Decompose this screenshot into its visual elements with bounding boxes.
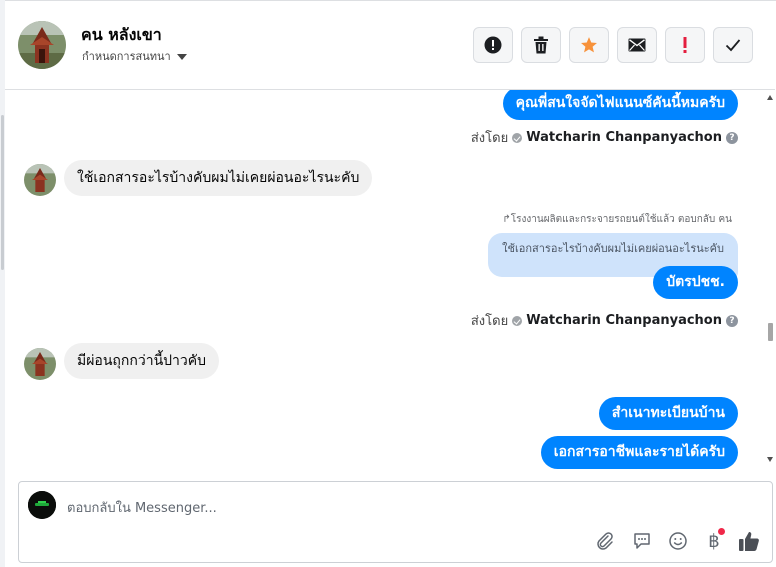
contact-name[interactable]: คน หลังเขา [81, 23, 162, 48]
reply-input[interactable]: ตอบกลับใน Messenger... [67, 497, 217, 518]
payment-button[interactable]: ฿ [702, 528, 726, 553]
emoji-button[interactable] [666, 529, 690, 553]
thumbs-up-icon [739, 532, 759, 551]
checkmark-icon [725, 39, 741, 52]
reply-context-note: ↱โรงงานผลิตและกระจายรถยนต์ใช้แล้ว ตอบกลั… [502, 214, 732, 225]
sent-by-label: ส่งโดย [470, 314, 509, 329]
contact-avatar-small[interactable] [24, 348, 56, 380]
scroll-up-icon[interactable] [767, 95, 773, 100]
star-icon [581, 37, 597, 53]
attach-button[interactable] [593, 529, 617, 553]
conversation-header: คน หลังเขา กำหนดการสนทนา [5, 1, 775, 90]
conversation-options-dropdown[interactable]: กำหนดการสนทนา [82, 47, 187, 65]
speech-bubble-icon [634, 533, 650, 549]
envelope-icon [628, 38, 646, 52]
mark-done-button[interactable] [713, 27, 753, 63]
exclamation-icon [683, 37, 687, 53]
scrollbar-thumb[interactable] [768, 323, 773, 341]
emoji-icon [669, 532, 687, 550]
help-icon[interactable]: ? [726, 131, 738, 144]
spam-button[interactable] [665, 27, 705, 63]
star-button[interactable] [569, 27, 609, 63]
mark-unread-button[interactable] [617, 27, 657, 63]
message-outgoing[interactable]: คุณพี่สนใจจัดไฟแนนซ์คันนี้หมครับ [502, 90, 738, 120]
trash-icon [534, 36, 548, 54]
sender-name[interactable]: Watcharin Chanpanyachon [526, 313, 722, 328]
verified-icon [512, 315, 523, 326]
message-thread[interactable]: คุณพี่สนใจจัดไฟแนนซ์คันนี้หมครับ ส่งโดย … [5, 90, 765, 470]
sent-by-line: ส่งโดย Watcharin Chanpanyachon ? [471, 127, 738, 148]
sent-by-label: ส่งโดย [470, 131, 509, 146]
saved-replies-button[interactable] [630, 529, 654, 553]
sent-by-line: ส่งโดย Watcharin Chanpanyachon ? [471, 310, 738, 331]
verified-icon [512, 132, 523, 143]
report-button[interactable] [473, 27, 513, 63]
message-outgoing[interactable]: เอกสารอาชีพและรายได้ครับ [540, 436, 738, 469]
paperclip-icon [597, 532, 613, 550]
message-incoming[interactable]: มีผ่อนถุกกว่านี้ปาวคับ [64, 343, 219, 379]
sender-name[interactable]: Watcharin Chanpanyachon [526, 130, 722, 145]
message-outgoing[interactable]: บัตรปชช. [653, 266, 738, 299]
contact-avatar-small[interactable] [24, 164, 56, 196]
like-button[interactable] [737, 529, 761, 553]
exclamation-circle-icon [484, 36, 502, 54]
reply-composer: ตอบกลับใน Messenger... ฿ [18, 481, 773, 563]
delete-button[interactable] [521, 27, 561, 63]
left-scrollbar-thumb[interactable] [1, 115, 4, 270]
thread-scrollbar[interactable] [765, 90, 776, 470]
conversation-options-label: กำหนดการสนทนา [82, 50, 171, 63]
scroll-down-icon[interactable] [767, 457, 773, 462]
caret-down-icon [176, 54, 187, 60]
contact-avatar[interactable] [18, 21, 66, 69]
page-avatar [28, 491, 56, 519]
message-outgoing[interactable]: สำเนาทะเบียนบ้าน [598, 397, 738, 430]
message-incoming[interactable]: ใช้เอกสารอะไรบ้างคับผมไม่เคยผ่อนอะไรนะคั… [64, 160, 373, 196]
help-icon[interactable]: ? [726, 314, 738, 327]
notification-dot [718, 528, 725, 535]
